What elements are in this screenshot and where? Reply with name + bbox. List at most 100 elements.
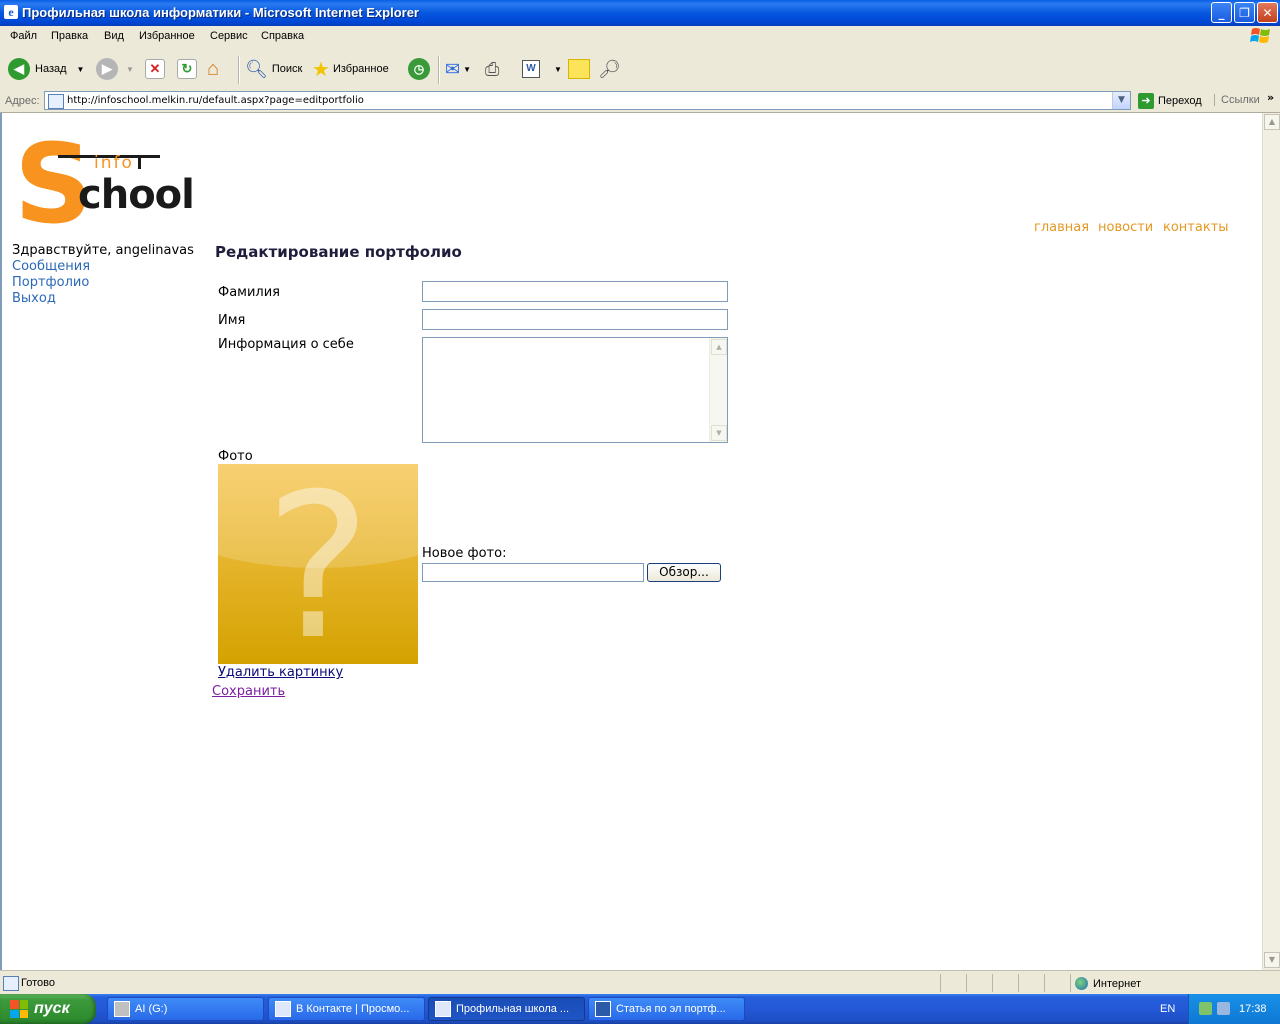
status-bar: Готово Интернет [0,970,1280,995]
about-scroll-up-icon[interactable]: ▲ [711,339,727,355]
address-label: Адрес: [5,95,40,107]
print-icon: ⎙ [485,58,500,79]
favorites-label: Избранное [332,63,389,75]
stop-button[interactable]: ✕ [145,56,165,82]
ie-page-icon [275,1001,291,1017]
print-button[interactable]: ⎙ [485,56,499,82]
history-icon: ◷ [408,58,430,80]
task-infoschool[interactable]: Профильная школа ... [428,997,585,1021]
sidebar-logout-link[interactable]: Выход [12,291,56,306]
save-link[interactable]: Сохранить [212,684,285,699]
home-button[interactable]: ⌂ [207,56,219,82]
page-title: Редактирование портфолио [215,243,462,261]
refresh-button[interactable]: ↻ [177,56,197,82]
research-button[interactable]: 🔎︎ [598,56,621,82]
task-label: Статья по эл портф... [616,1003,726,1015]
start-button[interactable]: пуск [0,994,96,1024]
browse-button[interactable]: Обзор... [647,563,721,582]
logo-chool-text: chool [78,172,194,218]
scroll-down-icon[interactable]: ▼ [1264,952,1280,968]
first-name-input[interactable] [422,309,728,330]
ie-icon: e [4,5,18,19]
tray-app-icon[interactable] [1199,1002,1212,1015]
last-name-input[interactable] [422,281,728,302]
window-titlebar[interactable]: e Профильная школа информатики - Microso… [0,0,1280,26]
page-scrollbar[interactable]: ▲ ▼ [1262,113,1280,970]
about-textarea-box: ▲ ▼ [422,337,728,443]
windows-flag-icon [10,1000,28,1018]
history-button[interactable]: ◷ [408,56,430,82]
delete-picture-link[interactable]: Удалить картинку [218,665,343,680]
close-button[interactable]: ✕ [1257,2,1278,23]
back-dropdown-icon[interactable]: ▼ [77,65,85,74]
maximize-button[interactable]: ❐ [1234,2,1255,23]
mail-button[interactable]: ✉ ▼ [445,56,471,82]
sidebar-portfolio-link[interactable]: Портфолио [12,275,89,290]
back-label: Назад [35,63,67,75]
photo-placeholder: ? [218,464,418,664]
page-viewport [0,113,1262,970]
drive-icon [114,1001,130,1017]
security-zone[interactable]: Интернет [1075,977,1141,990]
menu-file[interactable]: Файл [10,30,37,42]
refresh-icon: ↻ [177,59,197,79]
last-name-label: Фамилия [218,285,280,300]
file-path-input[interactable] [422,563,644,582]
menu-tools[interactable]: Сервис [210,30,248,42]
forward-button[interactable]: ▶ ▼ [96,56,134,82]
edit-button[interactable]: W ▼ [522,56,562,82]
new-photo-label: Новое фото: [422,546,507,561]
edit-dropdown-icon[interactable]: ▼ [554,65,562,74]
toolbar-chevron-icon[interactable]: » [1267,91,1274,104]
status-text: Готово [21,977,55,989]
go-arrow-icon: ➜ [1138,93,1154,109]
address-bar: Адрес: ▼ ➜ Переход Ссылки » [0,90,1280,113]
about-scrollbar[interactable]: ▲ ▼ [709,338,727,442]
language-indicator[interactable]: EN [1160,1003,1175,1015]
mail-dropdown-icon[interactable]: ▼ [463,65,471,74]
menu-edit[interactable]: Правка [51,30,88,42]
task-vkontakte[interactable]: В Контакте | Просмо... [268,997,425,1021]
windows-logo-icon [1250,28,1270,43]
star-icon: ★ [312,58,330,81]
home-icon: ⌂ [207,57,220,80]
address-box[interactable]: ▼ [44,91,1131,110]
globe-icon [1075,977,1088,990]
search-label: Поиск [271,63,303,75]
favorites-button[interactable]: ★ Избранное [312,56,389,82]
discuss-button[interactable] [568,56,590,82]
about-scroll-down-icon[interactable]: ▼ [711,425,727,441]
minimize-button[interactable]: _ [1211,2,1232,23]
go-button[interactable]: ➜ Переход [1138,92,1202,110]
network-icon[interactable] [1217,1002,1230,1015]
back-button[interactable]: ◀ Назад ▼ [8,56,84,82]
nav-news-link[interactable]: новости [1098,220,1153,235]
zone-label: Интернет [1093,977,1141,990]
about-label: Информация о себе [218,337,354,352]
scroll-up-icon[interactable]: ▲ [1264,114,1280,130]
address-input[interactable] [67,93,1107,108]
address-dropdown-icon[interactable]: ▼ [1112,92,1130,109]
about-textarea[interactable] [423,338,710,442]
first-name-label: Имя [218,313,246,328]
links-label[interactable]: Ссылки [1214,94,1260,106]
forward-dropdown-icon[interactable]: ▼ [126,65,134,74]
stop-icon: ✕ [145,59,165,79]
search-icon: 🔍︎ [245,58,268,79]
site-logo[interactable]: S info chool [14,120,208,248]
toolbar: ◀ Назад ▼ ▶ ▼ ✕ ↻ ⌂ 🔍︎ Поиск ★ Избранное… [0,48,1280,91]
search-button[interactable]: 🔍︎ Поиск [245,56,302,82]
start-label: пуск [34,1000,70,1017]
menu-help[interactable]: Справка [261,30,304,42]
forward-arrow-icon: ▶ [96,58,118,80]
window-title: Профильная школа информатики - Microsoft… [22,5,419,20]
task-word-doc[interactable]: Статья по эл портф... [588,997,745,1021]
sidebar-messages-link[interactable]: Сообщения [12,259,90,274]
menu-view[interactable]: Вид [104,30,124,42]
nav-contacts-link[interactable]: контакты [1163,220,1229,235]
note-icon [568,59,590,79]
task-drive[interactable]: AI (G:) [107,997,264,1021]
nav-home-link[interactable]: главная [1034,220,1089,235]
clock[interactable]: 17:38 [1239,1003,1267,1015]
menu-favorites[interactable]: Избранное [139,30,195,42]
